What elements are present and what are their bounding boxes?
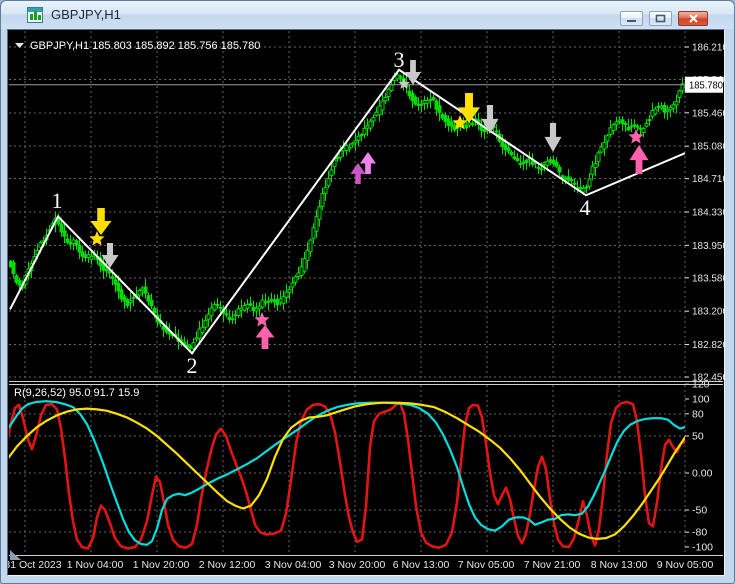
minimize-icon — [626, 14, 637, 23]
svg-text:7 Nov 21:00: 7 Nov 21:00 — [524, 559, 581, 571]
svg-text:3 Nov 20:00: 3 Nov 20:00 — [329, 559, 386, 571]
restore-button[interactable] — [649, 11, 672, 26]
arrow-down-marker-icon[interactable] — [405, 60, 421, 85]
svg-text:183.580: 183.580 — [692, 272, 724, 284]
svg-text:186.210: 186.210 — [692, 42, 724, 54]
svg-text:50: 50 — [692, 431, 704, 443]
chart-canvas[interactable]: 186.210185.840185.460185.080184.710184.3… — [8, 30, 724, 575]
zigzag-label[interactable]: 2 — [187, 353, 198, 378]
wpr-indicator-lines — [8, 401, 685, 548]
current-price-box: 185.780 — [685, 77, 723, 93]
restore-icon — [655, 14, 666, 23]
svg-text:1 Nov 20:00: 1 Nov 20:00 — [133, 559, 190, 571]
zigzag-label[interactable]: 3 — [394, 47, 405, 72]
symbol-info-line: GBPJPY,H1 185.803 185.892 185.756 185.78… — [15, 40, 260, 52]
svg-text:184.330: 184.330 — [692, 207, 724, 219]
svg-text:8 Nov 13:00: 8 Nov 13:00 — [591, 559, 648, 571]
close-button[interactable] — [678, 11, 708, 26]
svg-text:GBPJPY,H1 185.803 185.892 185.: GBPJPY,H1 185.803 185.892 185.756 185.78… — [30, 40, 260, 52]
chart-window-icon — [27, 7, 43, 23]
svg-text:2 Nov 12:00: 2 Nov 12:00 — [199, 559, 256, 571]
svg-text:184.710: 184.710 — [692, 173, 724, 185]
signal-markers — [89, 60, 648, 349]
grid-lines — [9, 31, 685, 555]
arrow-down-marker-icon[interactable] — [91, 208, 112, 235]
arrow-up-marker-icon[interactable] — [256, 325, 275, 349]
svg-text:0.00: 0.00 — [692, 468, 713, 480]
svg-text:100: 100 — [692, 394, 710, 406]
price-axis[interactable]: 186.210185.840185.460185.080184.710184.3… — [685, 42, 724, 384]
arrow-up-marker-icon[interactable] — [351, 163, 366, 184]
time-axis[interactable]: 31 Oct 2023 1 Nov 04:00 1 Nov 20:00 2 Nov 1… — [8, 559, 713, 571]
arrow-down-marker-icon[interactable] — [545, 123, 562, 152]
svg-text:3 Nov 04:00: 3 Nov 04:00 — [265, 559, 322, 571]
star-marker-icon[interactable] — [628, 129, 643, 144]
minimize-button[interactable] — [620, 11, 643, 26]
close-icon — [688, 14, 699, 23]
window-title: GBPJPY,H1 — [51, 7, 121, 22]
svg-text:-100: -100 — [692, 542, 713, 554]
chart-client-area[interactable]: 186.210185.840185.460185.080184.710184.3… — [7, 29, 725, 576]
svg-text:31 Oct 2023: 31 Oct 2023 — [8, 559, 62, 571]
zigzag-label[interactable]: 4 — [580, 195, 591, 220]
wpr-line-fast — [8, 402, 685, 549]
svg-text:-50: -50 — [692, 505, 707, 517]
title-bar[interactable]: GBPJPY,H1 — [1, 1, 734, 29]
svg-text:183.200: 183.200 — [692, 306, 724, 318]
zigzag-label[interactable]: 1 — [52, 188, 63, 213]
svg-text:80: 80 — [692, 408, 704, 420]
svg-text:6 Nov 13:00: 6 Nov 13:00 — [393, 559, 450, 571]
symbol-dropdown-icon[interactable] — [15, 43, 24, 48]
window-controls — [620, 11, 708, 26]
mt4-chart-window: GBPJPY,H1 186.210185.840185.460185.08018… — [0, 0, 735, 584]
svg-text:185.460: 185.460 — [692, 107, 724, 119]
svg-text:185.780: 185.780 — [689, 80, 723, 92]
svg-text:1 Nov 04:00: 1 Nov 04:00 — [67, 559, 124, 571]
svg-text:9 Nov 05:00: 9 Nov 05:00 — [657, 559, 714, 571]
svg-text:182.820: 182.820 — [692, 339, 724, 351]
indicator-label: R(9,26,52) 95.0 91.7 15.9 — [14, 387, 139, 399]
svg-text:-80: -80 — [692, 527, 707, 539]
svg-text:7 Nov 05:00: 7 Nov 05:00 — [458, 559, 515, 571]
svg-text:183.950: 183.950 — [692, 240, 724, 252]
svg-text:185.080: 185.080 — [692, 141, 724, 153]
indicator-axis[interactable]: 12010080500.00-50-80-100 — [685, 379, 713, 554]
